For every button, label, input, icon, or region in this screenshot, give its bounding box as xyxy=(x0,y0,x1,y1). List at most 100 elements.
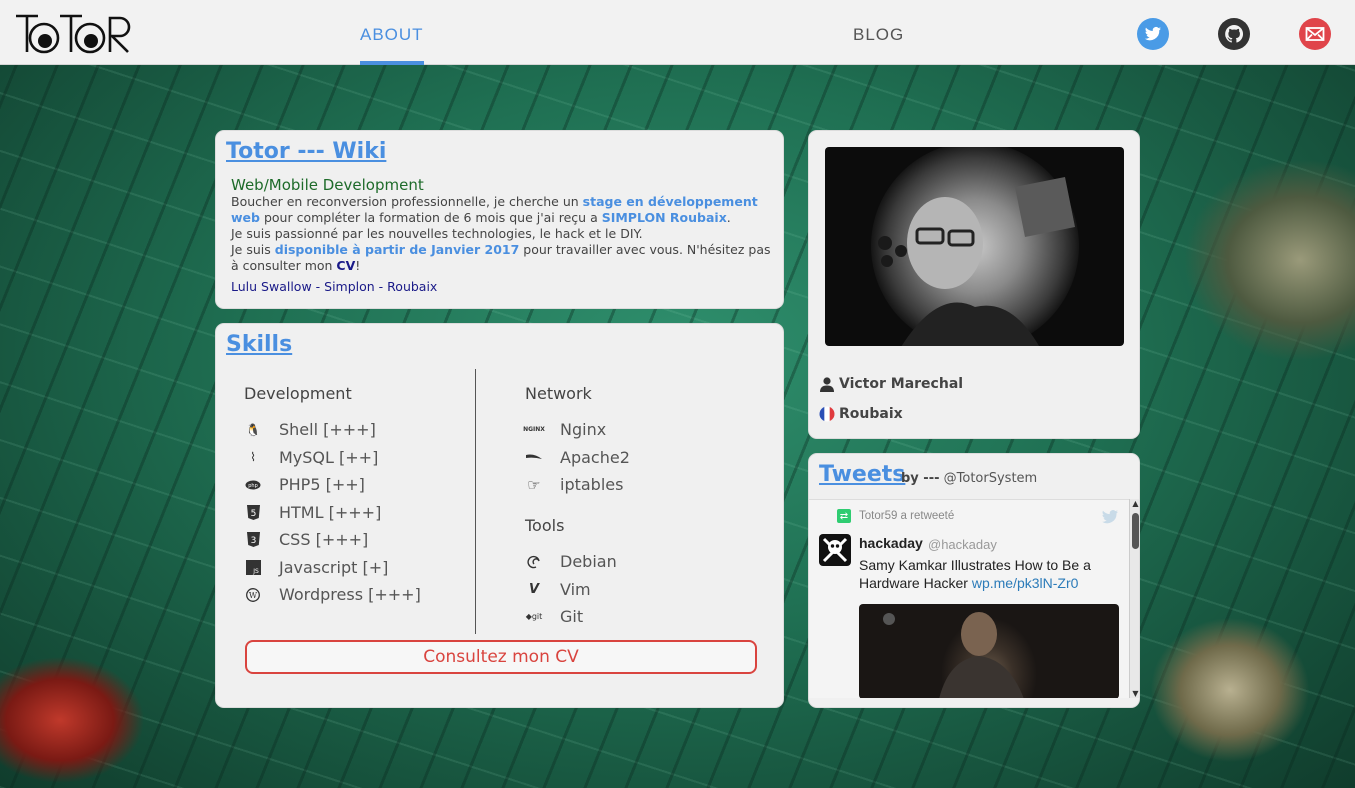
wiki-text: pour compléter la formation de 6 mois qu… xyxy=(259,210,602,225)
profile-city-line: Roubaix xyxy=(819,406,903,422)
skill-label: Javascript [+] xyxy=(279,557,389,577)
skill-label: Nginx xyxy=(560,420,607,440)
development-list: 🐧 Shell [+++] ⌇ MySQL [++] php PHP5 [++] 5 H… xyxy=(245,416,421,609)
nav-tab-about[interactable]: ABOUT xyxy=(360,0,424,65)
apache-icon xyxy=(526,449,542,465)
tweets-by-handle[interactable]: @TotorSystem xyxy=(944,471,1038,486)
scroll-up-icon[interactable]: ▲ xyxy=(1131,499,1139,508)
tweets-card: Tweets by --- @TotorSystem ⇄ Totor59 a r… xyxy=(808,453,1140,708)
network-heading: Network xyxy=(525,384,592,403)
skill-item: JS Javascript [+] xyxy=(245,554,421,582)
nav-tab-blog[interactable]: BLOG xyxy=(853,0,904,65)
wiki-paragraph-1: Boucher en reconversion professionnelle,… xyxy=(231,194,771,226)
skill-item: 🐧 Shell [+++] xyxy=(245,416,421,444)
skill-item: php PHP5 [++] xyxy=(245,471,421,499)
skill-label: CSS [+++] xyxy=(279,530,369,550)
tweet-scrollbar[interactable]: ▲ ▼ xyxy=(1129,499,1139,698)
hackaday-avatar[interactable] xyxy=(819,534,851,566)
development-heading: Development xyxy=(244,384,352,403)
availability-link[interactable]: disponible à partir de Janvier 2017 xyxy=(275,242,520,257)
network-list: NGINX Nginx Apache2 ☞ iptables xyxy=(523,416,630,499)
user-icon xyxy=(820,377,834,392)
tweets-byline: by --- @TotorSystem xyxy=(901,471,1037,486)
wiki-card: Totor --- Wiki Web/Mobile Development Bo… xyxy=(215,130,784,309)
skill-label: Debian xyxy=(560,552,617,572)
tweet-author-name[interactable]: hackaday xyxy=(859,535,923,551)
svg-text:5: 5 xyxy=(250,509,256,519)
retweet-text[interactable]: Totor59 a retweeté xyxy=(859,510,954,522)
skill-item: 5 HTML [+++] xyxy=(245,499,421,527)
wiki-subtitle: Web/Mobile Development xyxy=(231,176,424,194)
wiki-text: . xyxy=(726,210,731,225)
retweet-line: ⇄ Totor59 a retweeté xyxy=(837,509,954,523)
debian-icon xyxy=(526,554,542,570)
skill-item: Debian xyxy=(526,548,617,576)
scroll-thumb[interactable] xyxy=(1132,513,1139,549)
skill-label: Git xyxy=(560,607,584,627)
skill-label: Wordpress [+++] xyxy=(279,585,421,605)
skill-label: Shell [+++] xyxy=(279,420,376,440)
skills-divider xyxy=(475,369,476,634)
tweet-timeline[interactable]: ⇄ Totor59 a retweeté hackaday @hackaday … xyxy=(809,499,1139,698)
wiki-body: Web/Mobile Development Boucher en reconv… xyxy=(231,177,771,295)
profile-name: Victor Marechal xyxy=(839,376,964,392)
svg-text:3: 3 xyxy=(250,536,256,546)
lulu-swallow-link[interactable]: Lulu Swallow xyxy=(231,279,312,294)
hand-pointing-icon: ☞ xyxy=(527,475,541,494)
tweet-author-handle[interactable]: @hackaday xyxy=(928,537,997,552)
tools-list: Debian V Vim ◆git Git xyxy=(526,548,617,631)
skill-label: iptables xyxy=(560,475,624,495)
profile-photo xyxy=(825,147,1124,346)
php-icon: php xyxy=(245,477,261,493)
skill-item: V Vim xyxy=(526,576,617,604)
skill-item: Apache2 xyxy=(526,444,630,472)
skill-item: ⌇ MySQL [++] xyxy=(245,444,421,472)
github-icon[interactable] xyxy=(1217,17,1251,51)
link-separator: - xyxy=(374,279,388,294)
scroll-down-icon[interactable]: ▼ xyxy=(1131,689,1139,698)
mail-icon[interactable] xyxy=(1298,17,1332,51)
tweet-text: Samy Kamkar Illustrates How to Be a Hard… xyxy=(859,556,1099,592)
skill-label: Vim xyxy=(560,579,591,599)
vim-icon: V xyxy=(528,581,540,597)
twitter-icon[interactable] xyxy=(1136,17,1170,51)
mysql-icon: ⌇ xyxy=(250,450,256,465)
tweets-title[interactable]: Tweets xyxy=(819,462,905,487)
git-icon: ◆git xyxy=(525,612,543,622)
html5-icon: 5 xyxy=(245,504,261,520)
svg-text:php: php xyxy=(248,483,258,489)
wiki-paragraph-3: Je suis disponible à partir de Janvier 2… xyxy=(231,242,771,274)
consult-cv-button[interactable]: Consultez mon CV xyxy=(245,640,757,674)
twitter-bird-icon[interactable] xyxy=(1102,510,1118,524)
skills-title[interactable]: Skills xyxy=(226,332,292,357)
skill-label: Apache2 xyxy=(560,447,630,467)
profile-city: Roubaix xyxy=(839,406,903,422)
simplon-link[interactable]: Simplon xyxy=(324,279,375,294)
tweet-link[interactable]: wp.me/pk3lN-Zr0 xyxy=(972,575,1079,591)
roubaix-link[interactable]: Roubaix xyxy=(387,279,437,294)
simplon-roubaix-link[interactable]: SIMPLON Roubaix xyxy=(602,210,727,225)
javascript-icon: JS xyxy=(245,559,261,575)
link-separator: - xyxy=(311,279,325,294)
wiki-links: Lulu Swallow - Simplon - Roubaix xyxy=(231,279,771,295)
skill-item: W Wordpress [+++] xyxy=(245,581,421,609)
linux-icon: 🐧 xyxy=(245,422,261,437)
totor-logo[interactable] xyxy=(14,12,132,56)
wiki-paragraph-2: Je suis passionné par les nouvelles tech… xyxy=(231,226,643,241)
wordpress-icon: W xyxy=(245,587,261,603)
skill-item: ◆git Git xyxy=(526,603,617,631)
tools-heading: Tools xyxy=(525,516,565,535)
nginx-icon: NGINX xyxy=(523,426,545,434)
tweets-by-label: by --- xyxy=(901,471,940,486)
retweet-icon: ⇄ xyxy=(837,509,851,523)
skill-label: PHP5 [++] xyxy=(279,475,365,495)
css3-icon: 3 xyxy=(245,532,261,548)
skill-label: MySQL [++] xyxy=(279,447,379,467)
skill-item: 3 CSS [+++] xyxy=(245,526,421,554)
tweet-media-image[interactable] xyxy=(859,604,1119,698)
top-navbar: ABOUT BLOG xyxy=(0,0,1355,65)
svg-text:W: W xyxy=(249,591,258,600)
france-flag-icon xyxy=(819,406,835,422)
cv-link[interactable]: CV xyxy=(336,258,355,273)
wiki-title[interactable]: Totor --- Wiki xyxy=(226,139,386,164)
